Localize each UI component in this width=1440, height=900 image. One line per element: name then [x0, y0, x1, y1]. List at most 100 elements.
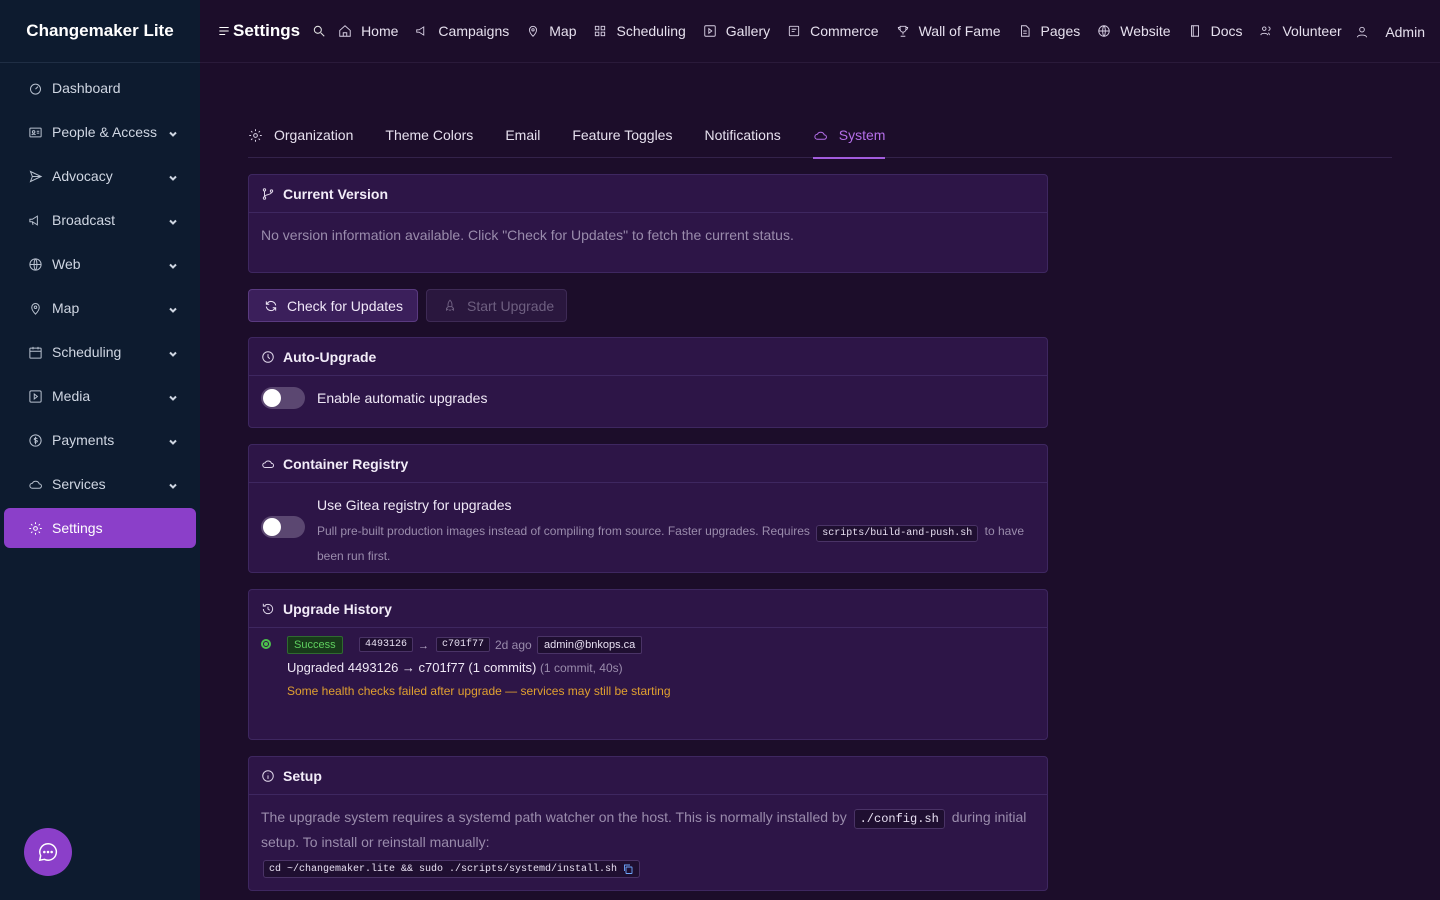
status-dot [261, 639, 271, 649]
tab-email[interactable]: Email [505, 114, 540, 158]
start-upgrade-button[interactable]: Start Upgrade [426, 289, 567, 322]
refresh-icon [265, 300, 277, 311]
sidebar-item-label: Services [52, 476, 106, 492]
sidebar-item-advocacy[interactable]: Advocacy [4, 156, 196, 196]
card-header: Setup [249, 757, 1047, 795]
sidebar-item-people-access[interactable]: People & Access [4, 112, 196, 152]
sidebar-item-label: Dashboard [52, 80, 121, 96]
check-updates-button[interactable]: Check for Updates [248, 289, 418, 322]
tab-theme-colors[interactable]: Theme Colors [385, 114, 473, 158]
user-badge: admin@bnkops.ca [537, 636, 643, 654]
user-icon [1357, 26, 1368, 37]
chat-button[interactable] [24, 828, 72, 876]
admin-menu[interactable]: Admin [1355, 0, 1425, 63]
setup-description: The upgrade system requires a systemd pa… [261, 809, 1027, 850]
megaphone-icon [416, 26, 425, 36]
chat-bubble-icon [38, 843, 58, 862]
tab-notifications[interactable]: Notifications [704, 114, 780, 158]
settings-tabs: Organization Theme Colors Email Feature … [248, 114, 1392, 159]
copy-icon[interactable] [622, 863, 634, 875]
sidebar-item-media[interactable]: Media [4, 376, 196, 416]
nav-commerce[interactable]: Commerce [787, 23, 879, 39]
tab-feature-toggles[interactable]: Feature Toggles [572, 114, 672, 158]
history-summary: Upgraded 4493126 → c701f77 (1 commits) (… [287, 660, 623, 675]
to-commit: c701f77 [436, 637, 491, 652]
calendar-icon [26, 343, 44, 361]
sidebar-item-label: Broadcast [52, 212, 116, 228]
gear-icon [26, 519, 44, 537]
chevron-down-icon [168, 434, 178, 445]
upgrade-history-card: Upgrade History Success 4493126 → c701f7… [248, 589, 1048, 740]
dollar-circle-icon [26, 431, 44, 449]
status-badge: Success [287, 636, 343, 654]
sidebar-item-payments[interactable]: Payments [4, 420, 196, 460]
cloud-icon [26, 475, 44, 493]
map-pin-icon [26, 299, 44, 317]
sidebar-item-label: People & Access [52, 124, 158, 140]
search-icon[interactable] [312, 24, 326, 38]
registry-description: Pull pre-built production images instead… [317, 524, 1025, 563]
sidebar-item-broadcast[interactable]: Broadcast [4, 200, 196, 240]
nav-pages[interactable]: Pages [1018, 23, 1080, 39]
nav-wall-of-fame[interactable]: Wall of Fame [896, 23, 1001, 39]
code-snippet: ./config.sh [853, 809, 945, 829]
sidebar-item-scheduling[interactable]: Scheduling [4, 332, 196, 372]
gauge-icon [26, 79, 44, 97]
nav-docs[interactable]: Docs [1188, 23, 1242, 39]
sidebar: Changemaker Lite Dashboard People & Acce… [0, 0, 200, 900]
users-icon [1260, 26, 1271, 36]
nav-scheduling[interactable]: Scheduling [593, 23, 686, 39]
globe-icon [1098, 25, 1110, 37]
sidebar-item-settings[interactable]: Settings [4, 508, 196, 548]
gitea-registry-toggle[interactable] [261, 516, 305, 538]
gitea-registry-label: Use Gitea registry for upgrades [317, 497, 512, 513]
nav-website[interactable]: Website [1097, 23, 1171, 39]
sidebar-item-label: Web [52, 256, 81, 272]
file-icon [1020, 25, 1030, 37]
cloud-icon [814, 131, 827, 140]
sidebar-item-dashboard[interactable]: Dashboard [4, 68, 196, 108]
card-header: Upgrade History [249, 590, 1047, 628]
info-icon [262, 769, 274, 782]
sidebar-item-map[interactable]: Map [4, 288, 196, 328]
sidebar-item-services[interactable]: Services [4, 464, 196, 504]
tab-system[interactable]: System [812, 114, 885, 159]
auto-upgrade-card: Auto-Upgrade Enable automatic upgrades [248, 337, 1048, 428]
arrow-icon: → [418, 640, 429, 652]
code-snippet: scripts/build-and-push.sh [816, 525, 979, 542]
chevron-down-icon [168, 346, 178, 357]
globe-icon [26, 255, 44, 273]
menu-lines-icon [219, 26, 229, 36]
chevron-down-icon [168, 170, 178, 181]
send-icon [26, 167, 44, 185]
from-commit: 4493126 [359, 637, 414, 652]
play-square-icon [26, 387, 44, 405]
nav-volunteer[interactable]: Volunteer [1259, 23, 1342, 39]
chevron-down-icon [168, 302, 178, 313]
clock-icon [262, 350, 274, 363]
current-version-card: Current Version No version information a… [248, 174, 1048, 273]
nav-home[interactable]: Home [338, 23, 398, 39]
chevron-down-icon [168, 478, 178, 489]
card-header: Auto-Upgrade [249, 338, 1047, 376]
auto-upgrade-toggle[interactable] [261, 387, 305, 409]
map-pin-icon [529, 25, 538, 37]
top-navbar: Settings Home Campaigns Map Scheduling G… [200, 0, 1440, 63]
gear-icon [249, 128, 262, 142]
setup-card: Setup The upgrade system requires a syst… [248, 756, 1048, 891]
install-command: cd ~/changemaker.lite && sudo ./scripts/… [263, 860, 641, 878]
grid-icon [595, 25, 606, 37]
nav-campaigns[interactable]: Campaigns [415, 23, 509, 39]
chevron-down-icon [168, 258, 178, 269]
brand-title[interactable]: Changemaker Lite [0, 0, 200, 63]
sidebar-item-web[interactable]: Web [4, 244, 196, 284]
tab-organization[interactable]: Organization [248, 114, 353, 158]
sidebar-item-label: Settings [52, 520, 103, 536]
nav-gallery[interactable]: Gallery [703, 23, 770, 39]
megaphone-icon [26, 211, 44, 229]
page-title[interactable]: Settings [217, 21, 300, 41]
home-icon [339, 25, 351, 37]
nav-map[interactable]: Map [526, 23, 576, 39]
version-message: No version information available. Click … [261, 227, 794, 243]
time-ago: 2d ago [495, 638, 532, 652]
